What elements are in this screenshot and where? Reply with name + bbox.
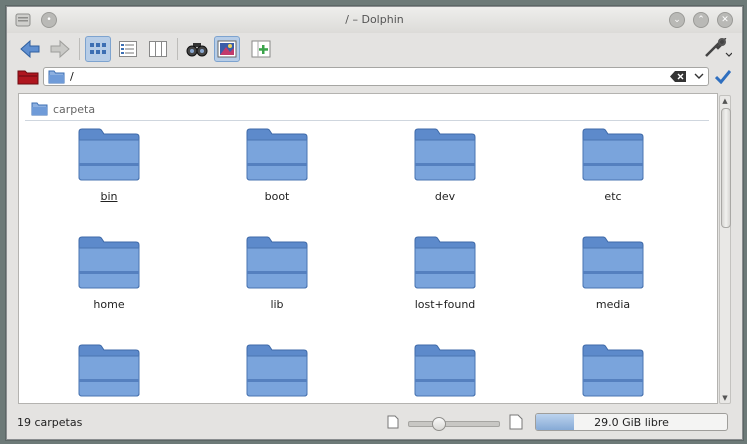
folder-label: boot <box>264 190 290 203</box>
folder-icon <box>31 102 48 116</box>
details-view-button[interactable] <box>115 36 141 62</box>
folder-label: etc <box>604 190 622 203</box>
free-space-label: 29.0 GiB libre <box>594 416 669 429</box>
title-bar[interactable]: • / – Dolphin ⌄ ⌃ ✕ <box>7 7 742 33</box>
folder-item[interactable] <box>49 342 169 403</box>
folder-item[interactable]: home <box>49 234 169 334</box>
find-button[interactable] <box>184 36 210 62</box>
zoom-in-icon[interactable] <box>509 414 523 430</box>
zoom-slider[interactable] <box>408 417 500 431</box>
folder-icon <box>582 344 644 397</box>
location-path: / <box>70 70 74 83</box>
folder-item[interactable]: media <box>553 234 673 334</box>
folder-item[interactable]: lib <box>217 234 337 334</box>
toolbar-separator <box>177 38 178 60</box>
folder-icon <box>414 236 476 289</box>
minimize-button[interactable]: ⌄ <box>669 12 685 28</box>
scroll-down-icon[interactable]: ▼ <box>720 393 730 403</box>
confirm-check-icon[interactable] <box>715 69 731 84</box>
folder-icon <box>48 70 65 84</box>
details-view-icon <box>119 41 137 57</box>
maximize-button[interactable]: ⌃ <box>693 12 709 28</box>
folder-label: bin <box>100 190 118 203</box>
folder-icon <box>78 344 140 397</box>
columns-view-icon <box>149 41 167 57</box>
places-icon[interactable] <box>17 68 39 85</box>
binoculars-icon <box>186 43 208 57</box>
settings-button[interactable] <box>700 36 734 62</box>
group-header: carpeta <box>25 98 709 121</box>
folder-label: home <box>93 298 125 311</box>
folder-icon <box>78 236 140 289</box>
split-button[interactable] <box>248 36 274 62</box>
status-bar: 19 carpetas 29.0 GiB libre <box>7 407 742 437</box>
wrench-icon <box>705 38 732 57</box>
zoom-out-icon[interactable] <box>387 415 399 429</box>
icons-view-icon <box>90 43 106 54</box>
scrollbar-thumb[interactable] <box>721 108 731 228</box>
vertical-scrollbar[interactable]: ▲ ▼ <box>719 95 731 404</box>
window-title: / – Dolphin <box>345 13 404 26</box>
back-button[interactable] <box>17 36 43 62</box>
folder-label: media <box>595 298 631 311</box>
forward-button[interactable] <box>47 36 73 62</box>
folder-label: dev <box>434 190 456 203</box>
columns-view-button[interactable] <box>145 36 171 62</box>
folder-icon <box>582 128 644 181</box>
clear-text-icon[interactable] <box>670 71 686 82</box>
preview-icon <box>217 40 237 58</box>
split-add-icon <box>251 40 271 58</box>
main-toolbar <box>7 33 742 67</box>
location-input[interactable]: / <box>43 67 709 86</box>
free-space-indicator[interactable]: 29.0 GiB libre <box>535 413 728 431</box>
close-button[interactable]: ✕ <box>717 12 733 28</box>
status-summary: 19 carpetas <box>17 416 83 429</box>
folder-icon <box>78 128 140 181</box>
dolphin-window: • / – Dolphin ⌄ ⌃ ✕ / carpeta bin boot d… <box>6 6 743 440</box>
group-label: carpeta <box>53 103 96 116</box>
folder-icon <box>582 236 644 289</box>
arrow-left-icon <box>20 39 40 59</box>
folder-icon <box>414 128 476 181</box>
file-view[interactable]: carpeta bin boot dev etc home lib lost+found me… <box>18 93 718 404</box>
arrow-right-icon <box>50 39 70 59</box>
folder-icon <box>246 344 308 397</box>
folder-label: lib <box>270 298 284 311</box>
toolbar-separator <box>79 38 80 60</box>
location-bar: / <box>7 65 742 89</box>
folder-item[interactable]: boot <box>217 126 337 226</box>
folder-icon <box>246 236 308 289</box>
folder-item[interactable]: lost+found <box>385 234 505 334</box>
icons-view-button[interactable] <box>85 36 111 62</box>
folder-item[interactable] <box>385 342 505 403</box>
folder-icon <box>414 344 476 397</box>
folder-label: lost+found <box>414 298 476 311</box>
folder-item[interactable] <box>217 342 337 403</box>
scroll-up-icon[interactable]: ▲ <box>720 96 730 106</box>
folder-item[interactable]: bin <box>49 126 169 226</box>
folder-item[interactable]: etc <box>553 126 673 226</box>
preview-button[interactable] <box>214 36 240 62</box>
folder-icon <box>246 128 308 181</box>
folder-item[interactable] <box>553 342 673 403</box>
folder-item[interactable]: dev <box>385 126 505 226</box>
chevron-down-icon[interactable] <box>694 73 704 80</box>
zoom-slider-handle[interactable] <box>432 417 447 431</box>
